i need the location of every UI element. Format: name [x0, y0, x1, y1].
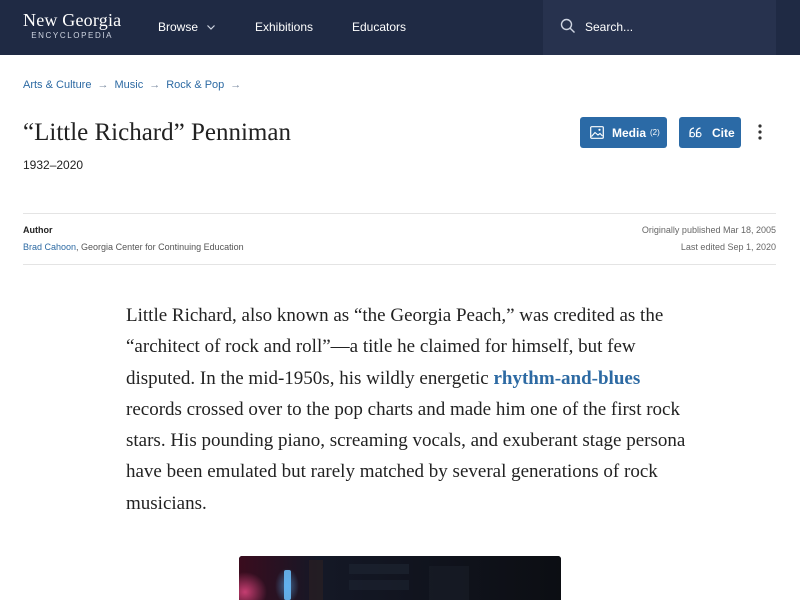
breadcrumb-rock-pop[interactable]: Rock & Pop — [166, 79, 224, 91]
article-photo[interactable] — [239, 556, 561, 600]
search-input[interactable] — [585, 18, 765, 36]
article-text: records crossed over to the pop charts a… — [126, 398, 686, 514]
search-box — [543, 0, 776, 55]
cite-button[interactable]: Cite — [679, 117, 741, 148]
author-byline: Brad Cahoon, Georgia Center for Continui… — [23, 242, 244, 252]
author-heading: Author — [23, 225, 53, 235]
nav-browse-label: Browse — [158, 20, 199, 34]
breadcrumb-music[interactable]: Music — [114, 79, 143, 91]
quote-icon — [689, 127, 702, 138]
breadcrumb: Arts & Culture → Music → Rock & Pop → — [23, 78, 247, 92]
search-icon[interactable] — [560, 18, 576, 34]
chevron-down-icon — [207, 25, 216, 30]
edited-date: Last edited Sep 1, 2020 — [680, 242, 776, 252]
published-date: Originally published Mar 18, 2005 — [641, 225, 776, 235]
divider — [23, 264, 776, 265]
breadcrumb-arts-culture[interactable]: Arts & Culture — [23, 79, 91, 91]
nav-educators[interactable]: Educators — [352, 20, 406, 35]
photo-graphic — [239, 556, 561, 600]
more-vertical-icon[interactable] — [753, 122, 767, 142]
media-button[interactable]: Media (2) — [580, 117, 667, 148]
image-icon — [590, 126, 604, 139]
divider — [23, 213, 776, 214]
rhythm-and-blues-link[interactable]: rhythm-and-blues — [493, 368, 640, 389]
article-intro: Little Richard, also known as “the Georg… — [126, 300, 686, 519]
author-link[interactable]: Brad Cahoon — [23, 242, 76, 252]
site-logo[interactable]: New Georgia ENCYCLOPEDIA — [23, 10, 121, 42]
top-navigation-bar: New Georgia ENCYCLOPEDIA Browse Exhibiti… — [0, 0, 800, 55]
author-affiliation: , Georgia Center for Continuing Educatio… — [76, 242, 244, 252]
nav-exhibitions[interactable]: Exhibitions — [255, 20, 313, 35]
cite-button-label: Cite — [712, 125, 735, 140]
logo-title: New Georgia — [23, 10, 122, 30]
page-title: “Little Richard” Penniman — [23, 119, 291, 146]
media-count: (2) — [650, 128, 660, 137]
nav-browse[interactable]: Browse — [158, 20, 216, 35]
logo-subtitle: ENCYCLOPEDIA — [31, 31, 114, 40]
arrow-right-icon: → — [149, 79, 161, 91]
life-dates: 1932–2020 — [23, 158, 84, 172]
arrow-right-icon: → — [97, 79, 109, 91]
media-button-label: Media — [612, 125, 647, 140]
arrow-right-icon: → — [230, 79, 242, 91]
